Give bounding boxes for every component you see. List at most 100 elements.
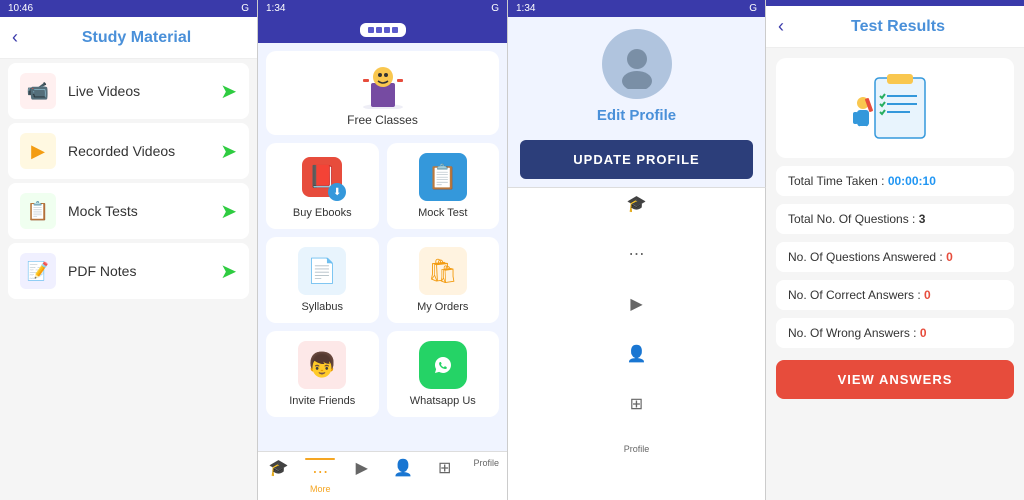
buy-ebooks-icon: 📕 ⬇ xyxy=(298,153,346,201)
nav-3-grid[interactable]: ⊞ xyxy=(508,394,765,444)
grid-item-syllabus[interactable]: 📄 Syllabus xyxy=(266,237,379,323)
result-answered-label: No. Of Questions Answered : xyxy=(788,250,946,264)
menu-item-pdf-notes[interactable]: 📝 PDF Notes ➤ xyxy=(8,243,249,299)
grid-item-my-orders[interactable]: 🛍 My Orders xyxy=(387,237,500,323)
grid-dot-2 xyxy=(376,27,382,33)
status-bar-1: 10:46 G xyxy=(0,0,257,17)
nav-3-more[interactable]: ⋯ xyxy=(508,244,765,294)
header-4: ‹ Test Results xyxy=(766,6,1024,48)
status-bar-2: 1:34 G xyxy=(258,0,507,17)
result-wrong-label: No. Of Wrong Answers : xyxy=(788,326,920,340)
nav-grid[interactable]: ⊞ xyxy=(424,458,466,494)
live-videos-icon: 📹 xyxy=(20,73,56,109)
result-time-label: Total Time Taken : xyxy=(788,174,888,188)
arrow-mock-tests: ➤ xyxy=(220,199,237,224)
test-results-body: Total Time Taken : 00:00:10 Total No. Of… xyxy=(766,48,1024,500)
nav-more[interactable]: ⋯ More xyxy=(300,458,342,494)
menu-item-mock-tests[interactable]: 📋 Mock Tests ➤ xyxy=(8,183,249,239)
invite-friends-label: Invite Friends xyxy=(289,395,355,407)
arrow-live-videos: ➤ xyxy=(220,79,237,104)
nav-3-home-icon: 🎓 xyxy=(627,194,647,214)
nav-3-profile[interactable]: 👤 xyxy=(508,344,765,394)
nav-profile-label[interactable]: Profile xyxy=(466,458,508,494)
icons-3: G xyxy=(749,3,757,14)
page-title-1: Study Material xyxy=(28,29,245,47)
buy-ebooks-label: Buy Ebooks xyxy=(293,207,352,219)
nav-3-grid-icon: ⊞ xyxy=(630,394,643,414)
page-title-4: Test Results xyxy=(784,18,1012,36)
syllabus-label: Syllabus xyxy=(301,301,343,313)
result-correct-value: 0 xyxy=(924,288,931,302)
videos-nav-icon: ▶ xyxy=(356,458,368,478)
view-answers-button[interactable]: VIEW ANSWERS xyxy=(776,360,1014,399)
home-nav-icon: 🎓 xyxy=(269,458,289,478)
arrow-pdf-notes: ➤ xyxy=(220,259,237,284)
result-wrong: No. Of Wrong Answers : 0 xyxy=(776,318,1014,348)
result-answered-value: 0 xyxy=(946,250,953,264)
syllabus-icon: 📄 xyxy=(298,247,346,295)
time-2: 1:34 xyxy=(266,3,285,14)
arrow-recorded-videos: ➤ xyxy=(220,139,237,164)
grid-item-buy-ebooks[interactable]: 📕 ⬇ Buy Ebooks xyxy=(266,143,379,229)
result-total-value: 3 xyxy=(919,212,926,226)
result-correct-label: No. Of Correct Answers : xyxy=(788,288,924,302)
grid-item-invite-friends[interactable]: 👦 Invite Friends xyxy=(266,331,379,417)
nav-3-profile-icon: 👤 xyxy=(627,344,647,364)
grid-dot-1 xyxy=(368,27,374,33)
nav-more-indicator xyxy=(305,458,335,460)
profile-nav-label: Profile xyxy=(473,458,499,468)
menu-item-recorded-videos[interactable]: ▶ Recorded Videos ➤ xyxy=(8,123,249,179)
time-3: 1:34 xyxy=(516,3,535,14)
edit-profile-panel: 1:34 G Edit Profile Username Email Phone… xyxy=(508,0,766,500)
nav-home[interactable]: 🎓 xyxy=(258,458,300,494)
bottom-nav-2: 🎓 ⋯ More ▶ 👤 ⊞ Profile xyxy=(258,451,507,500)
mock-test-icon: 📋 xyxy=(419,153,467,201)
result-answered: No. Of Questions Answered : 0 xyxy=(776,242,1014,272)
grid-toggle[interactable] xyxy=(360,23,406,37)
bottom-nav-3: 🎓 ⋯ ▶ 👤 ⊞ Profile xyxy=(508,187,766,500)
result-correct: No. Of Correct Answers : 0 xyxy=(776,280,1014,310)
result-total-label: Total No. Of Questions : xyxy=(788,212,919,226)
menu-list: 📹 Live Videos ➤ ▶ Recorded Videos ➤ 📋 Mo… xyxy=(0,59,257,303)
nav-3-videos-icon: ▶ xyxy=(630,294,642,314)
nav-3-more-icon: ⋯ xyxy=(629,244,645,264)
live-videos-label: Live Videos xyxy=(68,83,220,99)
grid-item-mock-test[interactable]: 📋 Mock Test xyxy=(387,143,500,229)
nav-videos[interactable]: ▶ xyxy=(341,458,383,494)
back-button-1[interactable]: ‹ xyxy=(12,27,18,48)
recorded-videos-label: Recorded Videos xyxy=(68,143,220,159)
status-bar-3: 1:34 G xyxy=(508,0,765,17)
test-results-panel: ‹ Test Results xyxy=(766,0,1024,500)
more-nav-icon: ⋯ xyxy=(312,462,328,482)
grid-nav-icon: ⊞ xyxy=(438,458,451,478)
update-profile-button[interactable]: UPDATE PROFILE xyxy=(520,140,753,179)
nav-profile-icon[interactable]: 👤 xyxy=(383,458,425,494)
free-classes-illustration xyxy=(353,59,413,109)
nav-3-profile-text: Profile xyxy=(624,444,650,454)
invite-friends-icon: 👦 xyxy=(298,341,346,389)
my-orders-icon: 🛍 xyxy=(419,247,467,295)
results-illustration xyxy=(776,58,1014,158)
mock-test-label: Mock Test xyxy=(418,207,467,219)
pdf-notes-label: PDF Notes xyxy=(68,263,220,279)
edit-profile-title: Edit Profile xyxy=(508,107,765,132)
whatsapp-us-icon xyxy=(419,341,467,389)
grid-dot-4 xyxy=(392,27,398,33)
menu-item-live-videos[interactable]: 📹 Live Videos ➤ xyxy=(8,63,249,119)
avatar-section xyxy=(508,17,765,107)
grid-item-whatsapp-us[interactable]: Whatsapp Us xyxy=(387,331,500,417)
nav-3-videos[interactable]: ▶ xyxy=(508,294,765,344)
time-1: 10:46 xyxy=(8,3,33,14)
free-classes-banner[interactable]: Free Classes xyxy=(266,51,499,135)
nav-3-home[interactable]: 🎓 xyxy=(508,194,765,244)
icons-2: G xyxy=(491,3,499,14)
result-total-questions: Total No. Of Questions : 3 xyxy=(776,204,1014,234)
pdf-notes-icon: 📝 xyxy=(20,253,56,289)
top-bar-2 xyxy=(258,17,507,43)
nav-3-profile-label[interactable]: Profile xyxy=(508,444,765,494)
result-wrong-value: 0 xyxy=(920,326,927,340)
recorded-videos-icon: ▶ xyxy=(20,133,56,169)
more-nav-label: More xyxy=(310,484,331,494)
grid-dot-3 xyxy=(384,27,390,33)
grid-items-container: 📕 ⬇ Buy Ebooks 📋 Mock Test 📄 Syllabus 🛍 xyxy=(258,143,507,425)
